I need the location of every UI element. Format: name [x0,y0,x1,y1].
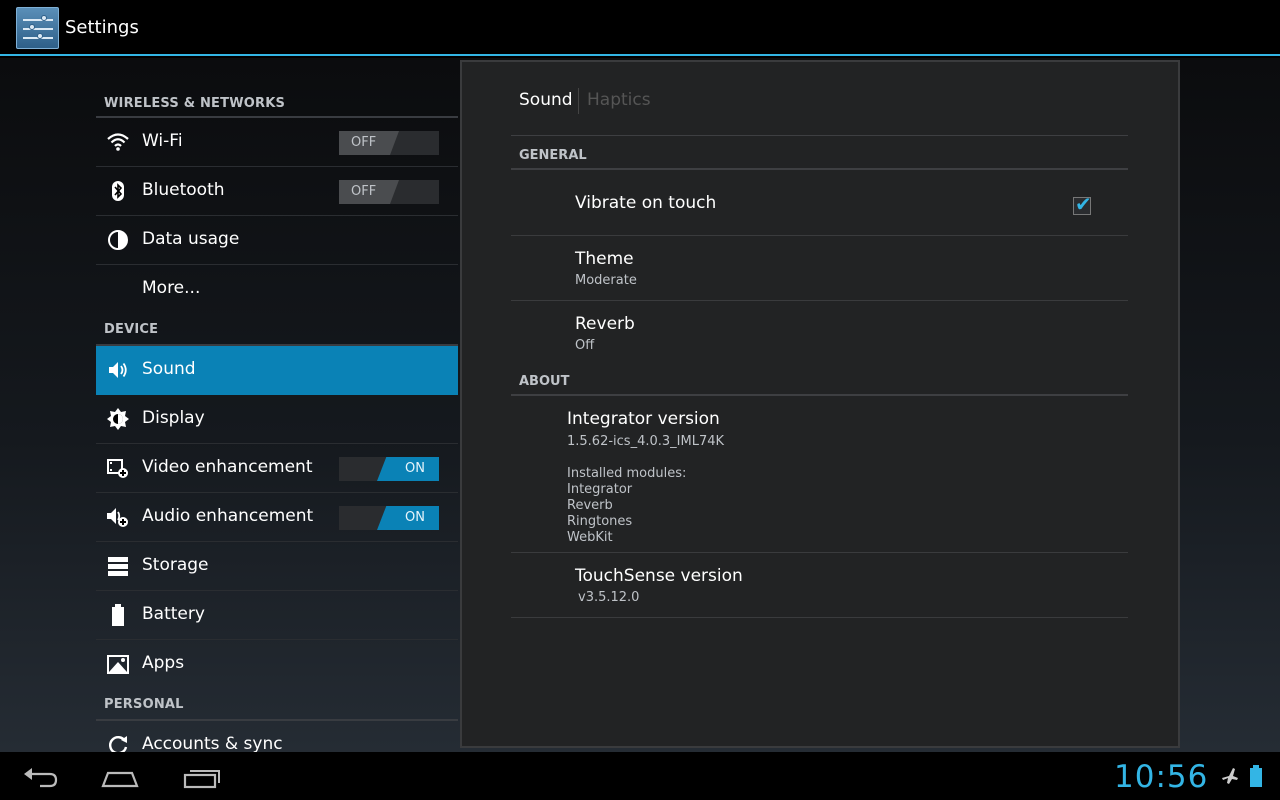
reverb-row[interactable]: Reverb Off [511,301,1128,357]
section-header-device: DEVICE [96,314,458,346]
toggle-state: ON [377,457,439,481]
list-item-label: Storage [142,555,209,575]
list-item-more[interactable]: More... [96,265,458,314]
list-item-storage[interactable]: Storage [96,542,458,591]
integrator-version-label: Integrator version [567,409,720,429]
list-item-label: Accounts & sync [142,734,283,752]
bluetooth-toggle[interactable]: OFF [339,180,439,204]
content-area: WIRELESS & NETWORKS Wi-Fi OFF Bluetooth … [0,58,1280,752]
list-item-video-enhancement[interactable]: Video enhancement ON [96,444,458,493]
section-header-personal: PERSONAL [96,689,458,721]
list-item-label: Sound [142,359,196,379]
video-enhance-icon [106,456,130,480]
audio-enhance-icon [106,505,130,529]
battery-status-icon [1250,765,1262,787]
app-title: Settings [65,17,139,38]
toggle-state: OFF [339,131,399,155]
list-item-data-usage[interactable]: Data usage [96,216,458,265]
checkmark-icon: ✔ [1075,192,1092,216]
vibrate-on-touch-label: Vibrate on touch [575,193,717,213]
divider [511,135,1128,136]
settings-list[interactable]: WIRELESS & NETWORKS Wi-Fi OFF Bluetooth … [96,58,458,752]
status-clock[interactable]: 10:56 [1114,759,1208,795]
vibrate-on-touch-row[interactable]: Vibrate on touch ✔ [511,172,1128,236]
action-bar: Settings [0,0,1280,56]
integrator-version-row: Integrator version 1.5.62-ics_4.0.3_IML7… [511,398,1128,553]
recent-apps-icon [183,770,220,789]
list-item-bluetooth[interactable]: Bluetooth OFF [96,167,458,216]
list-item-label: Video enhancement [142,457,313,477]
list-item-audio-enhancement[interactable]: Audio enhancement ON [96,493,458,542]
video-enhancement-toggle[interactable]: ON [339,457,439,481]
installed-modules-list: Installed modules: Integrator Reverb Rin… [567,466,686,546]
list-item-label: Battery [142,604,205,624]
list-item-label: Audio enhancement [142,506,314,526]
system-nav-bar: 10:56 [0,752,1280,800]
tab-divider [578,88,579,114]
storage-icon [106,554,130,578]
theme-row[interactable]: Theme Moderate [511,236,1128,301]
list-item-label: More... [142,278,201,298]
list-item-display[interactable]: Display [96,395,458,444]
battery-icon [106,603,130,627]
list-item-accounts-sync[interactable]: Accounts & sync [96,721,458,752]
list-item-wifi[interactable]: Wi-Fi OFF [96,118,458,167]
module-item: Ringtones [567,514,633,529]
audio-enhancement-toggle[interactable]: ON [339,506,439,530]
touchsense-version-row: TouchSense version v3.5.12.0 [511,553,1128,618]
brightness-icon [106,407,130,431]
reverb-label: Reverb [575,314,635,334]
speaker-icon [106,358,130,382]
settings-app-icon[interactable] [16,7,59,49]
list-item-battery[interactable]: Battery [96,591,458,640]
list-item-sound[interactable]: Sound [96,346,458,395]
touchsense-version-label: TouchSense version [575,566,743,586]
reverb-value: Off [575,338,595,353]
wifi-toggle[interactable]: OFF [339,131,439,155]
tab-sound[interactable]: Sound [519,90,573,110]
vibrate-on-touch-checkbox[interactable]: ✔ [1073,192,1092,216]
home-icon [101,771,139,788]
airplane-mode-icon [1220,766,1240,786]
recent-apps-button[interactable] [182,762,222,790]
list-item-label: Data usage [142,229,240,249]
list-item-label: Bluetooth [142,180,225,200]
module-item: Integrator [567,482,633,497]
module-item: WebKit [567,530,613,545]
list-item-label: Apps [142,653,185,673]
integrator-version-value: 1.5.62-ics_4.0.3_IML74K [567,434,725,449]
section-header-general: GENERAL [511,138,1128,170]
section-header-about: ABOUT [511,364,1128,396]
module-item: Reverb [567,498,613,513]
data-usage-icon [106,228,130,252]
theme-value: Moderate [575,273,637,288]
back-icon [24,768,58,788]
touchsense-version-value: v3.5.12.0 [578,590,640,605]
list-item-label: Wi-Fi [142,131,183,151]
back-button[interactable] [20,762,60,790]
toggle-state: OFF [339,180,399,204]
wifi-icon [106,130,130,154]
home-button[interactable] [100,762,140,790]
theme-label: Theme [575,249,634,269]
installed-modules-label: Installed modules: [567,466,687,481]
sound-settings-panel: Sound Haptics GENERAL Vibrate on touch ✔… [460,60,1180,748]
list-item-label: Display [142,408,205,428]
tab-haptics[interactable]: Haptics [587,90,651,110]
bluetooth-icon [106,179,130,203]
list-item-apps[interactable]: Apps [96,640,458,689]
sync-icon [106,733,130,752]
section-header-wireless: WIRELESS & NETWORKS [96,58,458,118]
toggle-state: ON [377,506,439,530]
apps-icon [106,652,130,676]
